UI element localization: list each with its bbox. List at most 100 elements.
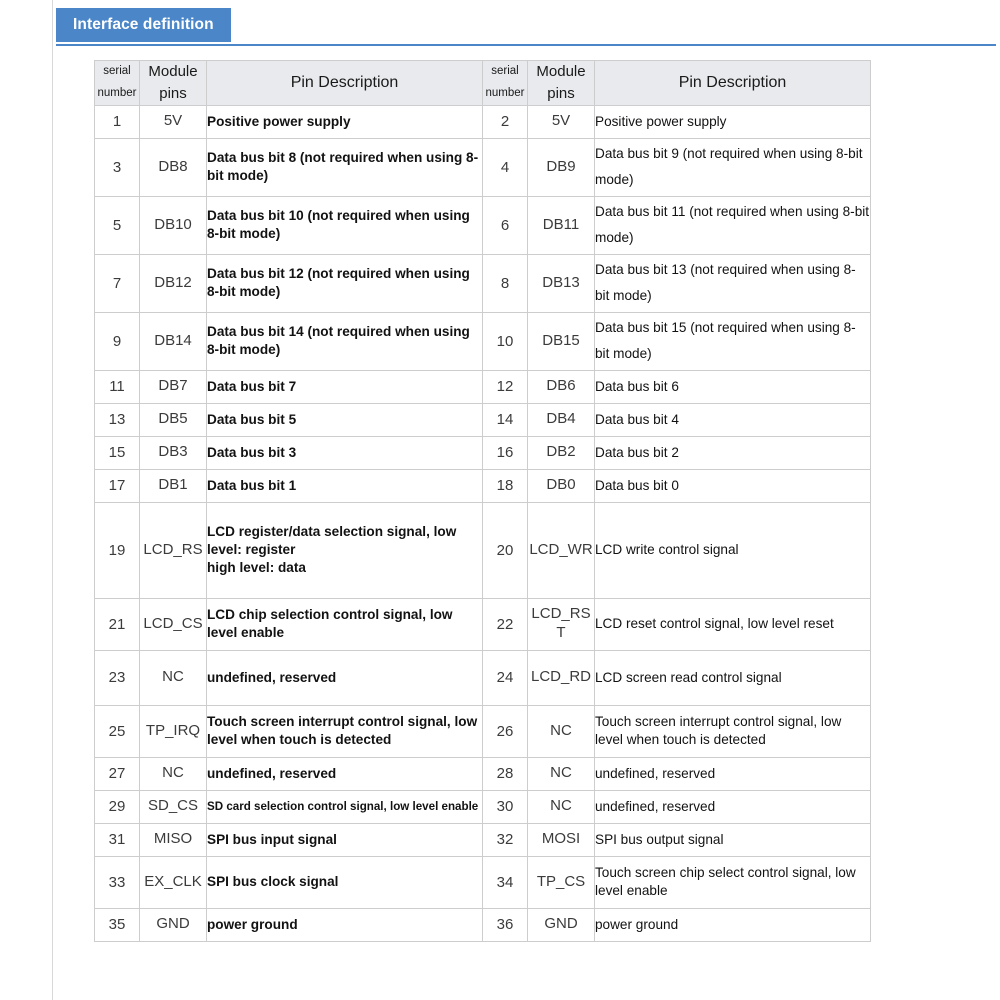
cell-pin-description-right: Data bus bit 0 [594, 468, 871, 503]
cell-module-pin-left: DB10 [139, 195, 207, 255]
cell-pin-description-left: Positive power supply [206, 104, 483, 139]
cell-module-pin-right: DB6 [527, 369, 595, 404]
cell-pin-description-right: LCD write control signal [594, 501, 871, 599]
cell-module-pin-right: DB2 [527, 435, 595, 470]
cell-pin-description-right: Data bus bit 2 [594, 435, 871, 470]
cell-pin-description-right: LCD screen read control signal [594, 649, 871, 706]
cell-serial-number-right: 30 [482, 789, 528, 824]
section-tab-label: Interface definition [73, 16, 214, 33]
cell-serial-number-right: 14 [482, 402, 528, 437]
table-row: 23 NC undefined, reserved 24 LCD_RD LCD scree… [94, 649, 871, 706]
header-module-pins-right: Module pins [527, 60, 595, 106]
cell-pin-description-left: SPI bus clock signal [206, 855, 483, 909]
header-serial-left-line1: serial [103, 65, 131, 78]
cell-serial-number-left: 3 [94, 137, 140, 197]
cell-module-pin-left: SD_CS [139, 789, 207, 824]
section-underline [56, 44, 996, 46]
cell-pin-description-right: undefined, reserved [594, 789, 871, 824]
table-row: 33 EX_CLK SPI bus clock signal 34 TP_CS Touch… [94, 855, 871, 909]
cell-serial-number-left: 27 [94, 756, 140, 791]
cell-pin-description-right: Data bus bit 6 [594, 369, 871, 404]
cell-module-pin-right: DB11 [527, 195, 595, 255]
cell-serial-number-left: 21 [94, 597, 140, 651]
cell-pin-description-right: Touch screen interrupt control signal, l… [594, 704, 871, 758]
cell-pin-description-left: Data bus bit 1 [206, 468, 483, 503]
cell-serial-number-right: 16 [482, 435, 528, 470]
cell-pin-description-left: undefined, reserved [206, 756, 483, 791]
cell-serial-number-right: 18 [482, 468, 528, 503]
cell-serial-number-right: 12 [482, 369, 528, 404]
cell-module-pin-left: DB5 [139, 402, 207, 437]
cell-module-pin-left: 5V [139, 104, 207, 139]
cell-module-pin-left: GND [139, 907, 207, 942]
cell-module-pin-left: TP_IRQ [139, 704, 207, 758]
header-serial-number-right: serial number [482, 60, 528, 106]
cell-serial-number-left: 35 [94, 907, 140, 942]
header-module-right-line1: Module [536, 63, 586, 80]
table-row: 13 DB5 Data bus bit 5 14 DB4 Data bus bit 4 [94, 402, 871, 437]
cell-serial-number-left: 15 [94, 435, 140, 470]
cell-pin-description-right: Data bus bit 4 [594, 402, 871, 437]
header-serial-number-left: serial number [94, 60, 140, 106]
table-row: 7 DB12 Data bus bit 12 (not required when … [94, 253, 871, 313]
section-tab-interface-definition[interactable]: Interface definition [56, 8, 231, 42]
cell-module-pin-right: NC [527, 704, 595, 758]
cell-pin-description-right: Data bus bit 9 (not required when using … [594, 137, 871, 197]
cell-serial-number-left: 33 [94, 855, 140, 909]
cell-pin-description-left: SPI bus input signal [206, 822, 483, 857]
cell-serial-number-right: 26 [482, 704, 528, 758]
header-serial-left-line2: number [97, 86, 137, 99]
table-row: 11 DB7 Data bus bit 7 12 DB6 Data bus bit 6 [94, 369, 871, 404]
cell-pin-description-right: undefined, reserved [594, 756, 871, 791]
cell-serial-number-right: 10 [482, 311, 528, 371]
header-pin-description-left: Pin Description [206, 60, 483, 106]
table-row: 15 DB3 Data bus bit 3 16 DB2 Data bus bit 2 [94, 435, 871, 470]
table-body: 1 5V Positive power supply 2 5V Positive powe… [94, 104, 871, 942]
cell-pin-description-left: Touch screen interrupt control signal, l… [206, 704, 483, 758]
table-row: 17 DB1 Data bus bit 1 18 DB0 Data bus bit 0 [94, 468, 871, 503]
cell-module-pin-right: LCD_RD [527, 649, 595, 706]
cell-serial-number-right: 32 [482, 822, 528, 857]
table-row: 3 DB8 Data bus bit 8 (not required when us… [94, 137, 871, 197]
table-row: 29 SD_CS SD card selection control signal,… [94, 789, 871, 824]
cell-module-pin-left: DB3 [139, 435, 207, 470]
header-module-right-line2: pins [547, 84, 575, 102]
cell-pin-description-left: LCD chip selection control signal, low l… [206, 597, 483, 651]
cell-serial-number-left: 17 [94, 468, 140, 503]
cell-pin-description-left: Data bus bit 14 (not required when using… [206, 311, 483, 371]
table-row: 35 GND power ground 36 GND power ground [94, 907, 871, 942]
cell-serial-number-right: 22 [482, 597, 528, 651]
cell-serial-number-right: 4 [482, 137, 528, 197]
section-header: Interface definition [56, 8, 996, 50]
cell-module-pin-left: NC [139, 756, 207, 791]
cell-serial-number-left: 29 [94, 789, 140, 824]
cell-module-pin-right: NC [527, 789, 595, 824]
cell-module-pin-right: GND [527, 907, 595, 942]
cell-serial-number-left: 5 [94, 195, 140, 255]
cell-pin-description-left: undefined, reserved [206, 649, 483, 706]
cell-pin-description-left: Data bus bit 3 [206, 435, 483, 470]
cell-serial-number-right: 2 [482, 104, 528, 139]
table-row: 5 DB10 Data bus bit 10 (not required when … [94, 195, 871, 255]
table-row: 27 NC undefined, reserved 28 NC undefined, re… [94, 756, 871, 791]
cell-module-pin-left: DB14 [139, 311, 207, 371]
cell-module-pin-left: MISO [139, 822, 207, 857]
cell-module-pin-right: TP_CS [527, 855, 595, 909]
cell-pin-description-left: SD card selection control signal, low le… [206, 789, 483, 824]
cell-module-pin-left: LCD_RS [139, 501, 207, 599]
cell-serial-number-right: 20 [482, 501, 528, 599]
cell-pin-description-left: LCD register/data selection signal, low … [206, 501, 483, 599]
cell-module-pin-right: NC [527, 756, 595, 791]
header-serial-right-line2: number [485, 86, 525, 99]
cell-module-pin-right: DB15 [527, 311, 595, 371]
cell-pin-description-right: Data bus bit 15 (not required when using… [594, 311, 871, 371]
cell-module-pin-right: 5V [527, 104, 595, 139]
cell-serial-number-right: 34 [482, 855, 528, 909]
cell-module-pin-right: DB0 [527, 468, 595, 503]
cell-serial-number-left: 9 [94, 311, 140, 371]
cell-module-pin-right: LCD_WR [527, 501, 595, 599]
cell-serial-number-left: 19 [94, 501, 140, 599]
cell-pin-description-left: Data bus bit 5 [206, 402, 483, 437]
cell-module-pin-right: MOSI [527, 822, 595, 857]
pin-definition-table: serial number Module pins Pin Descriptio… [94, 60, 871, 942]
